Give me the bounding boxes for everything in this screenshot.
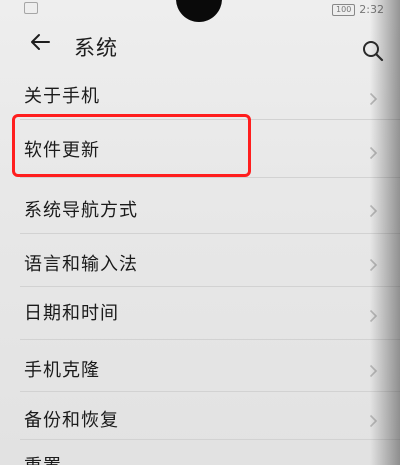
app-bar: 系统 [0,22,400,72]
menu-item-label: 手机克隆 [24,360,100,381]
chevron-right-icon [369,414,378,428]
settings-screen: 100 2:32 系统 关于手机 软件更新 系统导航方式 语言和输入法 日期和时… [0,0,400,465]
menu-item-label: 备份和恢复 [24,410,119,431]
chevron-right-icon [369,364,378,378]
status-bar: 100 2:32 [0,0,400,22]
menu-item-date-time[interactable]: 日期和时间 [0,287,400,340]
camera-notch [176,0,222,22]
menu-item-system-navigation[interactable]: 系统导航方式 [0,178,400,234]
chevron-right-icon [369,92,378,106]
battery-indicator: 100 [332,3,356,16]
menu-item-phone-clone[interactable]: 手机克隆 [0,340,400,392]
status-right: 100 2:32 [332,3,384,16]
menu-item-label: 语言和输入法 [24,254,138,275]
menu-item-about-phone[interactable]: 关于手机 [0,72,400,120]
chevron-right-icon [369,204,378,218]
notification-icon [24,2,38,14]
chevron-right-icon [369,146,378,160]
menu-item-language-input[interactable]: 语言和输入法 [0,234,400,287]
search-icon[interactable] [362,40,384,62]
menu-item-label: 关于手机 [24,86,100,107]
menu-item-backup-restore[interactable]: 备份和恢复 [0,392,400,440]
menu-item-label: 系统导航方式 [24,200,138,221]
menu-item-reset[interactable]: 重置 [0,440,400,465]
page-title: 系统 [74,36,118,60]
menu-item-label: 日期和时间 [24,303,119,324]
chevron-right-icon [369,258,378,272]
chevron-right-icon [369,309,378,323]
highlight-box [12,114,251,177]
status-time: 2:32 [359,3,384,16]
menu-item-label: 重置 [24,452,62,465]
arrow-left-icon[interactable] [29,31,51,53]
